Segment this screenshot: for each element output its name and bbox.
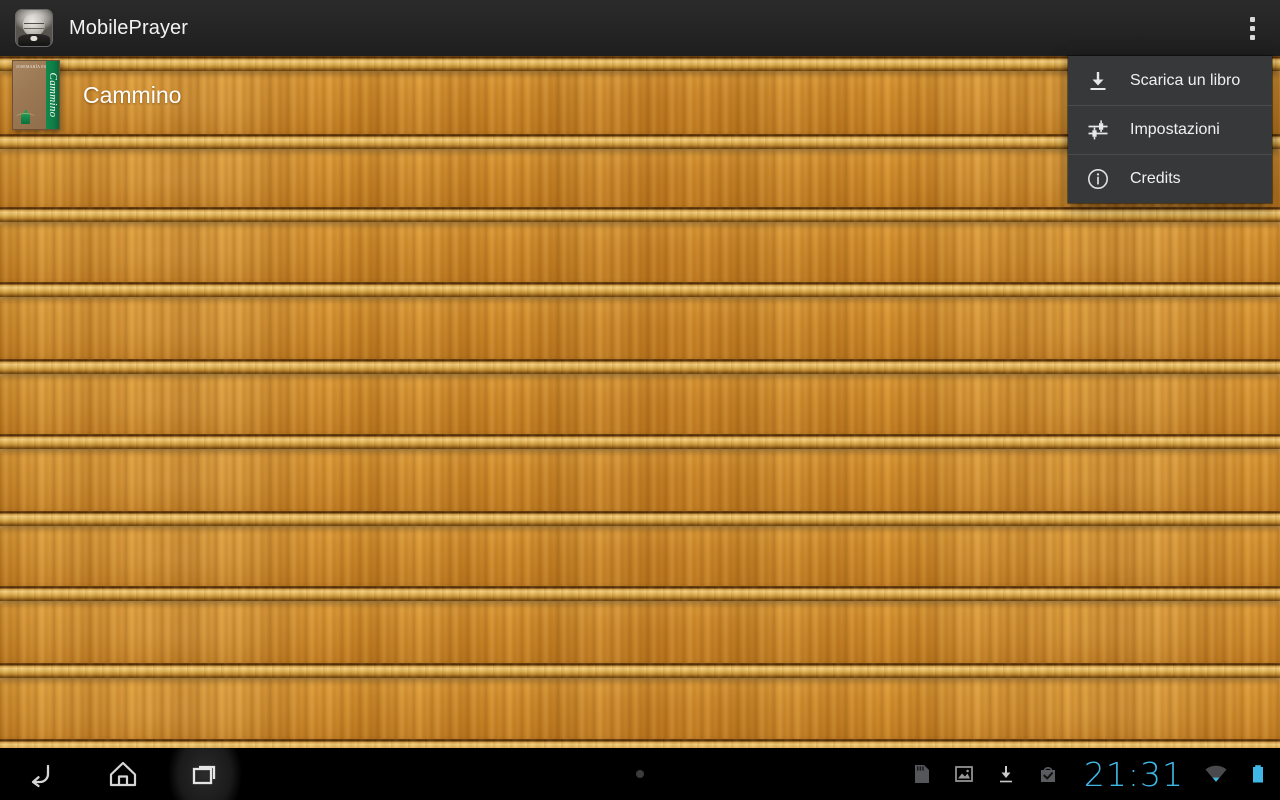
portrait-clerical-collar (18, 34, 50, 46)
menu-item-label: Credits (1130, 170, 1181, 187)
play-store-bag-icon[interactable] (1034, 760, 1062, 788)
shelf-board (0, 526, 1280, 586)
shelf-rail (0, 511, 1280, 526)
download-icon[interactable] (992, 760, 1020, 788)
book-title-label: Cammino (83, 81, 182, 108)
shelf-rail (0, 739, 1280, 748)
shelf-board (0, 374, 1280, 434)
book-cover-band-title: Cammino (46, 72, 59, 118)
overflow-dropdown-menu: Scarica un libro Impostazioni Credits (1068, 56, 1272, 203)
menu-item-credits[interactable]: Credits (1068, 154, 1272, 203)
shelf-board (0, 678, 1280, 742)
info-circle-icon (1084, 165, 1112, 193)
recents-icon[interactable] (164, 748, 246, 800)
shelf-rail (0, 586, 1280, 601)
sd-card-icon[interactable] (908, 760, 936, 788)
menu-dot-indicator (636, 770, 644, 778)
shelf-rail (0, 434, 1280, 449)
book-cover-emblem-icon (16, 113, 35, 124)
priest-portrait-icon (15, 9, 53, 47)
menu-item-settings[interactable]: Impostazioni (1068, 105, 1272, 154)
app-title: MobilePrayer (69, 16, 189, 39)
overflow-dot (1249, 34, 1255, 40)
shelf-rail (0, 359, 1280, 374)
wifi-icon[interactable] (1202, 760, 1230, 788)
book-cover-author-text: JOSEMARÍA ESCRIVÁ (16, 64, 46, 69)
back-arrow-icon[interactable] (0, 748, 82, 800)
nav-button-group (0, 748, 246, 800)
download-icon (1084, 67, 1112, 95)
settings-sliders-icon (1084, 116, 1112, 144)
android-tablet-screen: JOSEMARÍA ESCRIVÁ Cammino Cammino Mobile… (0, 0, 1280, 800)
system-navigation-bar: 21:31 (0, 748, 1280, 800)
status-tray: 21:31 (908, 748, 1272, 800)
action-bar: MobilePrayer (0, 0, 1280, 56)
battery-icon[interactable] (1244, 760, 1272, 788)
shelf-board (0, 222, 1280, 282)
home-icon[interactable] (82, 748, 164, 800)
shelf-rail (0, 207, 1280, 222)
shelf-rail (0, 663, 1280, 678)
shelf-rail (0, 282, 1280, 297)
status-clock: 21:31 (1083, 754, 1184, 794)
overflow-dot (1249, 25, 1255, 31)
overflow-menu-icon[interactable] (1224, 0, 1280, 56)
screenshot-image-icon[interactable] (950, 760, 978, 788)
book-cover-emblem-rays-icon (16, 113, 35, 121)
shelf-board (0, 601, 1280, 663)
shelf-board (0, 297, 1280, 359)
book-cover-spine-band: Cammino (46, 61, 59, 129)
shelf-board (0, 449, 1280, 511)
menu-item-label: Impostazioni (1130, 121, 1220, 138)
overflow-dot (1249, 16, 1255, 22)
book-cover-thumbnail[interactable]: JOSEMARÍA ESCRIVÁ Cammino (12, 60, 60, 130)
portrait-glasses (23, 23, 45, 29)
menu-item-download-book[interactable]: Scarica un libro (1068, 56, 1272, 105)
menu-item-label: Scarica un libro (1130, 71, 1241, 89)
